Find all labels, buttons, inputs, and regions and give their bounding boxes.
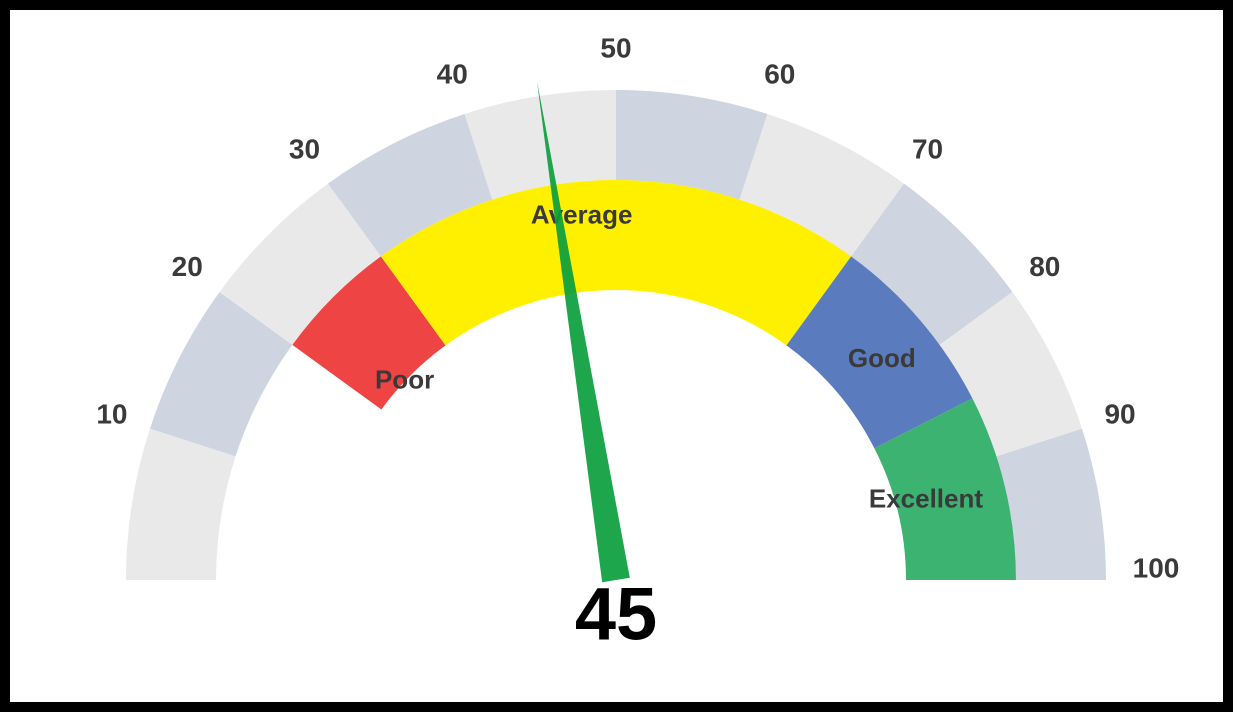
- zone-label-average: Average: [531, 199, 633, 229]
- tick-label-60: 60: [764, 58, 795, 89]
- tick-label-40: 40: [437, 58, 468, 89]
- zone-label-poor: Poor: [375, 364, 434, 394]
- tick-label-20: 20: [172, 251, 203, 282]
- tick-label-70: 70: [912, 134, 943, 165]
- gauge-value: 45: [575, 573, 657, 656]
- outer-segment: [126, 429, 236, 580]
- gauge-chart: 10 20 30 40 50 60 70 80 90 100 Poor Average Good Exc…: [0, 0, 1233, 712]
- tick-label-90: 90: [1104, 399, 1135, 430]
- zone-label-excellent: Excellent: [869, 483, 984, 513]
- tick-label-30: 30: [289, 134, 320, 165]
- zone-label-good: Good: [848, 343, 916, 373]
- tick-label-50: 50: [600, 32, 631, 63]
- gauge-svg: 10 20 30 40 50 60 70 80 90 100 Poor Average Good Exc…: [10, 10, 1223, 702]
- tick-label-80: 80: [1029, 251, 1060, 282]
- tick-label-100: 100: [1133, 552, 1180, 583]
- tick-label-10: 10: [96, 399, 127, 430]
